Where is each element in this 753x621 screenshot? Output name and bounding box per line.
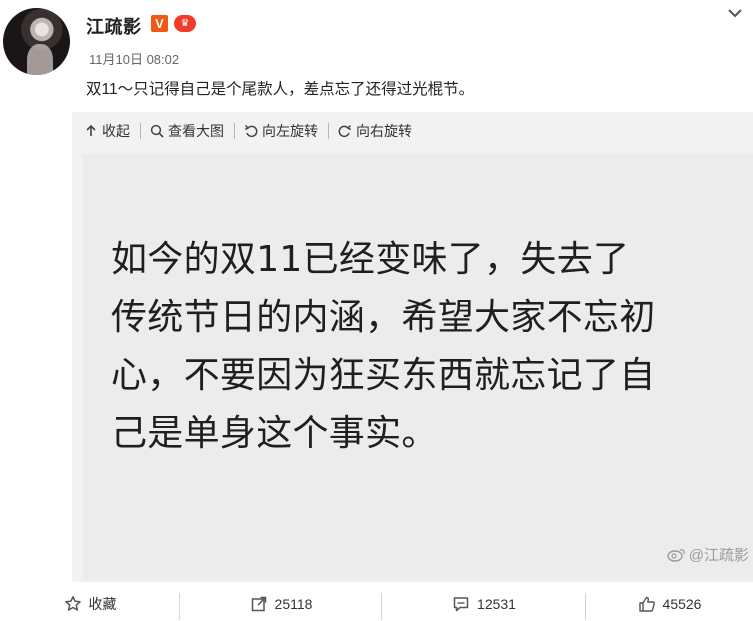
favorite-label: 收藏 xyxy=(88,595,117,612)
image-text-line: 传统节日的内涵，希望大家不忘初 xyxy=(111,297,656,338)
repost-count: 25118 xyxy=(274,595,313,612)
watermark-text: @江疏影 xyxy=(688,547,749,564)
toolbar-divider xyxy=(140,123,141,139)
rotate-right-icon xyxy=(338,124,352,138)
rotate-right-label: 向右旋转 xyxy=(356,123,412,139)
comment-count: 12531 xyxy=(477,595,516,612)
rotate-right-button[interactable]: 向右旋转 xyxy=(338,120,412,142)
repost-button[interactable]: 25118 xyxy=(180,586,382,621)
post-image[interactable]: 如今的双11已经变味了，失去了 传统节日的内涵，希望大家不忘初 心，不要因为狂买… xyxy=(83,154,753,581)
like-count: 45526 xyxy=(662,595,702,612)
post-header: 江疏影 V ♛ 11月10日 08:02 双11～只记得自己是个尾款人，差点忘了… xyxy=(0,0,753,108)
image-watermark: @江疏影 xyxy=(665,544,749,565)
repost-icon xyxy=(251,596,266,611)
collapse-label: 收起 xyxy=(102,123,130,139)
comment-button[interactable]: 12531 xyxy=(382,586,586,621)
rotate-left-button[interactable]: 向左旋转 xyxy=(244,120,318,142)
post-time[interactable]: 11月10日 08:02 xyxy=(89,49,179,68)
toolbar-divider xyxy=(234,123,235,139)
image-quote: 如今的双11已经变味了，失去了 传统节日的内涵，希望大家不忘初 心，不要因为狂买… xyxy=(111,231,729,463)
rotate-left-icon xyxy=(244,124,258,138)
chevron-down-icon[interactable] xyxy=(727,6,743,20)
like-button[interactable]: 45526 xyxy=(586,586,753,621)
magnifier-icon xyxy=(150,124,164,138)
favorite-button[interactable]: 收藏 xyxy=(0,586,180,621)
avatar[interactable] xyxy=(3,8,70,75)
collapse-button[interactable]: 收起 xyxy=(84,120,130,142)
image-text-line: 心，不要因为狂买东西就忘记了自 xyxy=(111,355,656,396)
image-text-line: 己是单身这个事实。 xyxy=(111,413,438,454)
media-toolbar: 收起 查看大图 向左旋转 向右旋转 xyxy=(84,120,412,142)
post-text: 双11～只记得自己是个尾款人，差点忘了还得过光棍节。 xyxy=(86,81,475,98)
weibo-logo-icon xyxy=(667,548,685,562)
star-icon xyxy=(64,595,81,611)
member-badge-icon: ♛ xyxy=(174,15,196,32)
post-media: 收起 查看大图 向左旋转 向右旋转 如今的双11已经变味了，失去了 传统节日的内… xyxy=(72,112,753,582)
rotate-left-label: 向左旋转 xyxy=(262,123,318,139)
thumbs-up-icon xyxy=(638,596,655,612)
view-large-button[interactable]: 查看大图 xyxy=(150,120,224,142)
action-bar: 收藏 25118 12531 45526 xyxy=(0,586,753,621)
collapse-icon xyxy=(86,124,96,136)
image-text-line: 如今的双11已经变味了，失去了 xyxy=(111,239,630,280)
verified-badge-icon: V xyxy=(151,15,168,32)
view-large-label: 查看大图 xyxy=(168,123,224,139)
username[interactable]: 江疏影 xyxy=(86,13,142,39)
toolbar-divider xyxy=(328,123,329,139)
comment-icon xyxy=(453,596,469,611)
